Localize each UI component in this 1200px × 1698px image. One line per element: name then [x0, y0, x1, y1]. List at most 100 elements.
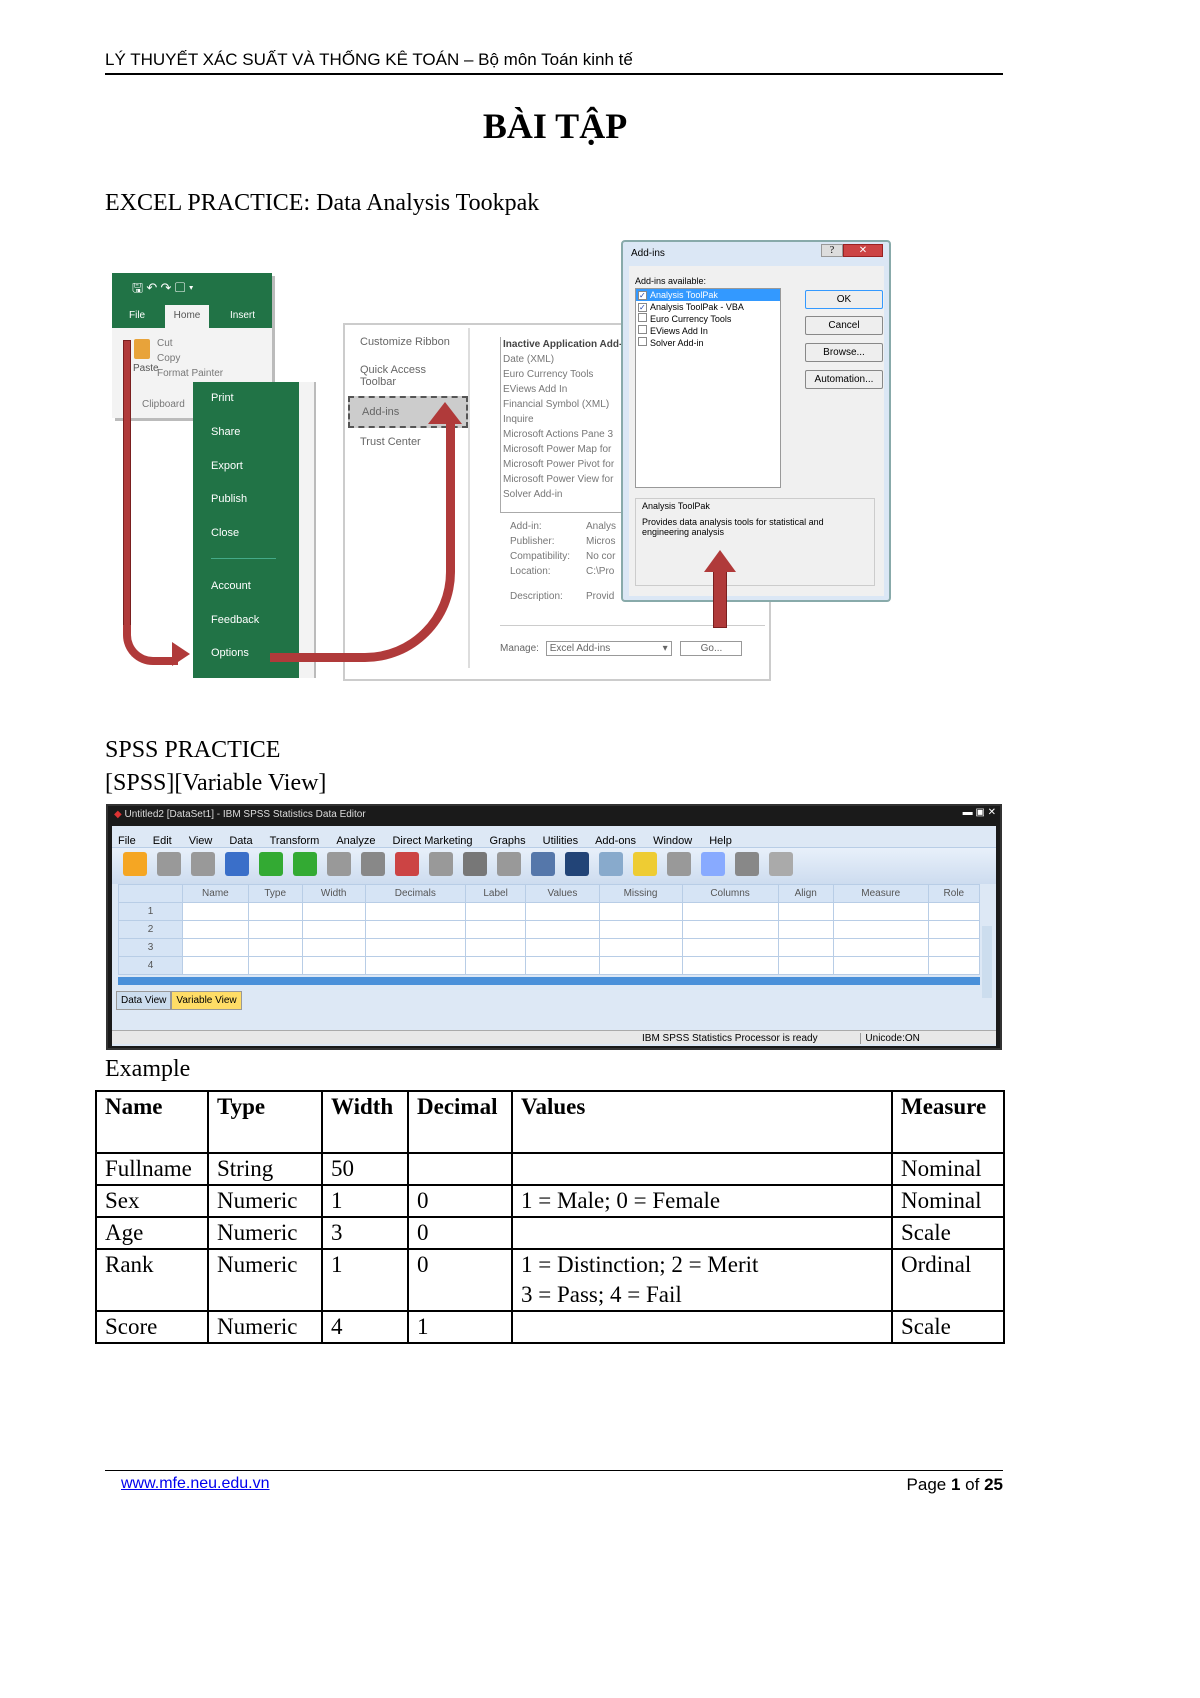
grid-cell[interactable] [301, 902, 366, 921]
grid-cell[interactable] [247, 938, 303, 957]
grid-cell[interactable] [464, 956, 527, 975]
menu-export[interactable]: Export [211, 460, 243, 472]
grid-cell[interactable] [182, 902, 249, 921]
grid-cell[interactable] [525, 920, 600, 939]
circles-icon[interactable] [701, 852, 725, 876]
column-header[interactable]: Measure [832, 884, 929, 903]
menu-file[interactable]: File [118, 835, 136, 847]
grid-cell[interactable] [927, 902, 981, 921]
grid-cell[interactable] [681, 920, 779, 939]
column-header[interactable]: Columns [681, 884, 779, 903]
dialog-recall-icon[interactable] [225, 852, 249, 876]
tab-home[interactable]: Home [165, 305, 209, 328]
add-in-checkbox[interactable]: ✓ [638, 291, 647, 300]
grid-cell[interactable] [832, 902, 929, 921]
menu-direct-marketing[interactable]: Direct Marketing [392, 835, 472, 847]
menu-share[interactable]: Share [211, 426, 240, 438]
grid-cell[interactable] [182, 938, 249, 957]
menu-data[interactable]: Data [229, 835, 252, 847]
add-in-checkbox[interactable] [638, 313, 647, 322]
grid-cell[interactable] [464, 902, 527, 921]
insert-icon[interactable] [361, 852, 385, 876]
cut-button[interactable]: Cut [157, 336, 272, 351]
menu-help[interactable]: Help [709, 835, 732, 847]
grid-cell[interactable] [464, 920, 527, 939]
grid-cell[interactable] [464, 938, 527, 957]
grid-cell[interactable] [681, 938, 779, 957]
footer-link[interactable]: www.mfe.neu.edu.vn [121, 1475, 270, 1493]
cancel-button[interactable]: Cancel [805, 316, 883, 335]
grid-cell[interactable] [525, 938, 600, 957]
add-in-item[interactable]: Euro Currency Tools [636, 313, 780, 325]
goto-case-icon[interactable] [327, 852, 351, 876]
open-icon[interactable] [123, 852, 147, 876]
horizontal-scrollbar[interactable] [118, 977, 980, 985]
add-in-checkbox[interactable] [638, 325, 647, 334]
manage-select[interactable]: Excel Add-ins ▾ [545, 641, 672, 656]
menu-utilities[interactable]: Utilities [543, 835, 578, 847]
nav-customize-ribbon[interactable]: Customize Ribbon [348, 328, 468, 356]
menu-transform[interactable]: Transform [270, 835, 320, 847]
add-in-item[interactable]: ✓ Analysis ToolPak - VBA [636, 301, 780, 313]
print-icon[interactable] [191, 852, 215, 876]
add-in-item[interactable]: EViews Add In [636, 325, 780, 337]
column-header[interactable]: Role [927, 884, 981, 903]
format-painter-button[interactable]: Format Painter [157, 366, 272, 381]
table-icon[interactable] [633, 852, 657, 876]
column-header[interactable]: Align [777, 884, 834, 903]
grid-cell[interactable] [681, 902, 779, 921]
grid-cell[interactable] [777, 920, 834, 939]
grid-cell[interactable] [927, 938, 981, 957]
grid-cell[interactable] [598, 938, 683, 957]
grid-cell[interactable] [364, 902, 466, 921]
menu-close[interactable]: Close [211, 527, 239, 539]
column-header[interactable]: Name [182, 884, 249, 903]
weight-icon[interactable] [497, 852, 521, 876]
grid-cell[interactable] [182, 920, 249, 939]
spheres-icon[interactable] [735, 852, 759, 876]
grid-cell[interactable] [182, 956, 249, 975]
grid-cell[interactable] [247, 956, 303, 975]
menu-print[interactable]: Print [211, 392, 234, 404]
row-number[interactable]: 3 [118, 938, 183, 957]
grid-cell[interactable] [364, 920, 466, 939]
grid-cell[interactable] [525, 902, 600, 921]
menu-graphs[interactable]: Graphs [490, 835, 526, 847]
help-button[interactable]: ? [821, 244, 843, 257]
redo-icon[interactable] [293, 852, 317, 876]
grid-cell[interactable] [364, 956, 466, 975]
tab-insert[interactable]: Insert [230, 310, 255, 321]
grid-cell[interactable] [301, 956, 366, 975]
grid-cell[interactable] [777, 938, 834, 957]
grid-cell[interactable] [832, 938, 929, 957]
copy-button[interactable]: Copy [157, 351, 272, 366]
grid-cell[interactable] [832, 920, 929, 939]
menu-edit[interactable]: Edit [153, 835, 172, 847]
grid-cell[interactable] [832, 956, 929, 975]
add-in-checkbox[interactable] [638, 337, 647, 346]
grid-cell[interactable] [927, 920, 981, 939]
split-icon[interactable] [429, 852, 453, 876]
paste-button[interactable]: Paste [133, 363, 159, 374]
column-header[interactable]: Missing [598, 884, 683, 903]
menu-add-ons[interactable]: Add-ons [595, 835, 636, 847]
tab-file[interactable]: File [129, 310, 145, 321]
grid-cell[interactable] [301, 938, 366, 957]
row-number[interactable]: 4 [118, 956, 183, 975]
menu-options[interactable]: Options [211, 647, 249, 659]
menu-view[interactable]: View [189, 835, 213, 847]
menu-window[interactable]: Window [653, 835, 692, 847]
column-header[interactable]: Width [301, 884, 366, 903]
grid-cell[interactable] [364, 938, 466, 957]
grid-cell[interactable] [301, 920, 366, 939]
grid-cell[interactable] [777, 902, 834, 921]
save-icon[interactable] [157, 852, 181, 876]
window-controls[interactable]: ▬ ▣ ✕ [963, 807, 996, 818]
tab-variable-view[interactable]: Variable View [171, 991, 242, 1010]
column-header[interactable]: Label [464, 884, 527, 903]
scale-icon[interactable] [599, 852, 623, 876]
column-header[interactable]: Values [525, 884, 600, 903]
menu-feedback[interactable]: Feedback [211, 614, 259, 626]
find-icon[interactable] [463, 852, 487, 876]
sets-icon[interactable] [667, 852, 691, 876]
